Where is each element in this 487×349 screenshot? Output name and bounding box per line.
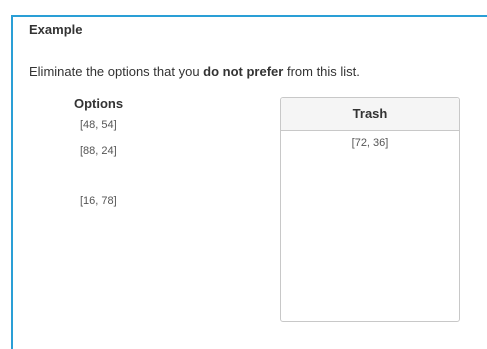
instruction-after: from this list.: [283, 64, 360, 79]
option-item[interactable]: [88, 24]: [80, 145, 117, 157]
instruction-bold: do not prefer: [203, 64, 284, 79]
trash-dropzone[interactable]: Trash [72, 36]: [280, 97, 460, 322]
question-title: Example: [29, 22, 83, 37]
option-item[interactable]: [48, 54]: [80, 119, 117, 131]
instruction-text: Eliminate the options that you do not pr…: [29, 64, 360, 79]
instruction-before: Eliminate the options that you: [29, 64, 204, 79]
trash-item[interactable]: [72, 36]: [281, 137, 459, 149]
options-header: Options: [74, 96, 124, 111]
trash-header: Trash: [281, 98, 459, 131]
option-item[interactable]: [16, 78]: [80, 195, 117, 207]
